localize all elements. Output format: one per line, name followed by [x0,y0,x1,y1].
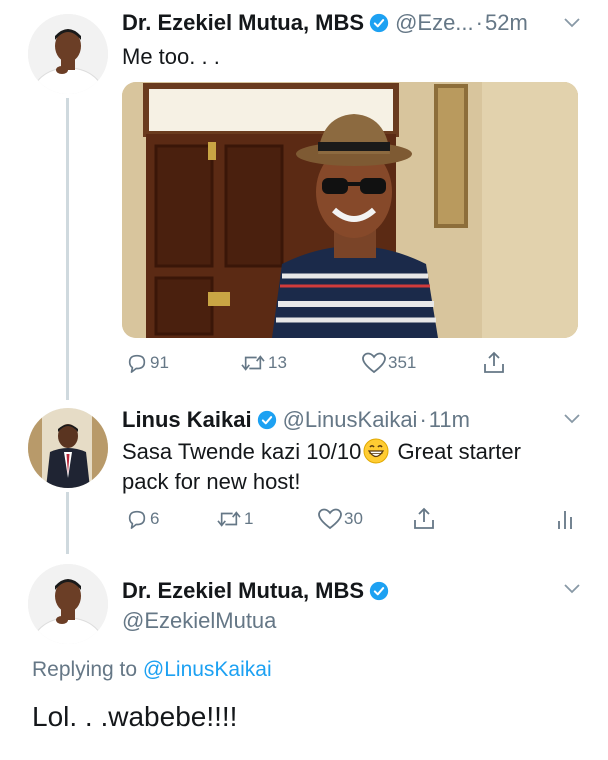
retweet-icon [217,511,241,527]
author-name[interactable]: Linus Kaikai [122,407,252,433]
retweet-count: 13 [268,353,287,372]
author-name[interactable]: Dr. Ezekiel Mutua, MBS [122,10,364,36]
author-handle-row: @EzekielMutua [122,608,276,634]
like-icon [318,508,342,530]
author-handle[interactable]: @LinusKaikai [283,407,418,433]
reply-count: 6 [150,509,160,528]
avatar-image [28,564,108,644]
share-icon [414,507,434,529]
like-button[interactable]: 30 [318,508,363,530]
reply-button[interactable]: 91 [126,352,169,374]
author-name[interactable]: Dr. Ezekiel Mutua, MBS [122,578,364,604]
verified-badge-icon [257,410,276,430]
tweet-text-line-2: pack for new host! [122,469,301,494]
analytics-button[interactable] [556,508,574,530]
thread-connector-line [66,98,69,400]
tweet-text: Me too. . . [122,44,220,69]
avatar-image [28,408,108,488]
share-button[interactable] [413,506,435,530]
retweet-count: 1 [244,509,254,528]
tweet-header: Dr. Ezekiel Mutua, MBS @Eze... · 52m [122,10,528,36]
grinning-emoji-icon [363,438,389,464]
like-icon [362,352,386,374]
photo-image [122,82,578,338]
timestamp[interactable]: 52m [485,10,528,36]
retweet-icon [241,355,265,371]
reply-count: 91 [150,353,169,372]
verified-badge-icon [369,13,389,33]
tweet-header: Dr. Ezekiel Mutua, MBS [122,578,395,604]
caret-down-icon[interactable] [564,584,580,594]
verified-badge-icon [369,581,389,601]
avatar[interactable] [28,14,108,94]
tweet-text-part-1: Sasa Twende kazi 10/10 [122,439,362,464]
tweet-text-part-2: Great starter [391,439,521,464]
replying-to-mention[interactable]: @LinusKaikai [143,658,272,681]
analytics-icon [558,511,572,529]
replying-to-line: Replying to @LinusKaikai [32,658,272,682]
reply-icon [128,510,146,529]
avatar-image [28,14,108,94]
retweet-button[interactable]: 13 [240,352,287,374]
separator-dot: · [475,10,483,35]
avatar[interactable] [28,408,108,488]
like-count: 351 [388,353,417,372]
tweet-text: Lol. . .wabebe!!!! [32,701,238,732]
caret-down-icon[interactable] [564,18,580,28]
tweet-photo[interactable] [122,82,578,338]
reply-button[interactable]: 6 [126,508,159,530]
retweet-button[interactable]: 1 [216,508,253,530]
avatar[interactable] [28,564,108,644]
replying-to-prefix: Replying to [32,658,143,681]
share-button[interactable] [483,350,505,374]
author-handle[interactable]: @Eze... [395,10,474,36]
tweet-header: Linus Kaikai @LinusKaikai · 11m [122,407,470,433]
like-button[interactable]: 351 [362,352,416,374]
caret-down-icon[interactable] [564,414,580,424]
reply-icon [128,354,146,373]
separator-dot: · [419,407,427,432]
author-handle[interactable]: @EzekielMutua [122,608,276,634]
tweet-text: Sasa Twende kazi 10/10 Great starter pac… [122,437,562,497]
timestamp[interactable]: 11m [429,407,470,433]
thread-connector-line [66,492,69,554]
share-icon [484,351,504,373]
like-count: 30 [344,509,363,528]
